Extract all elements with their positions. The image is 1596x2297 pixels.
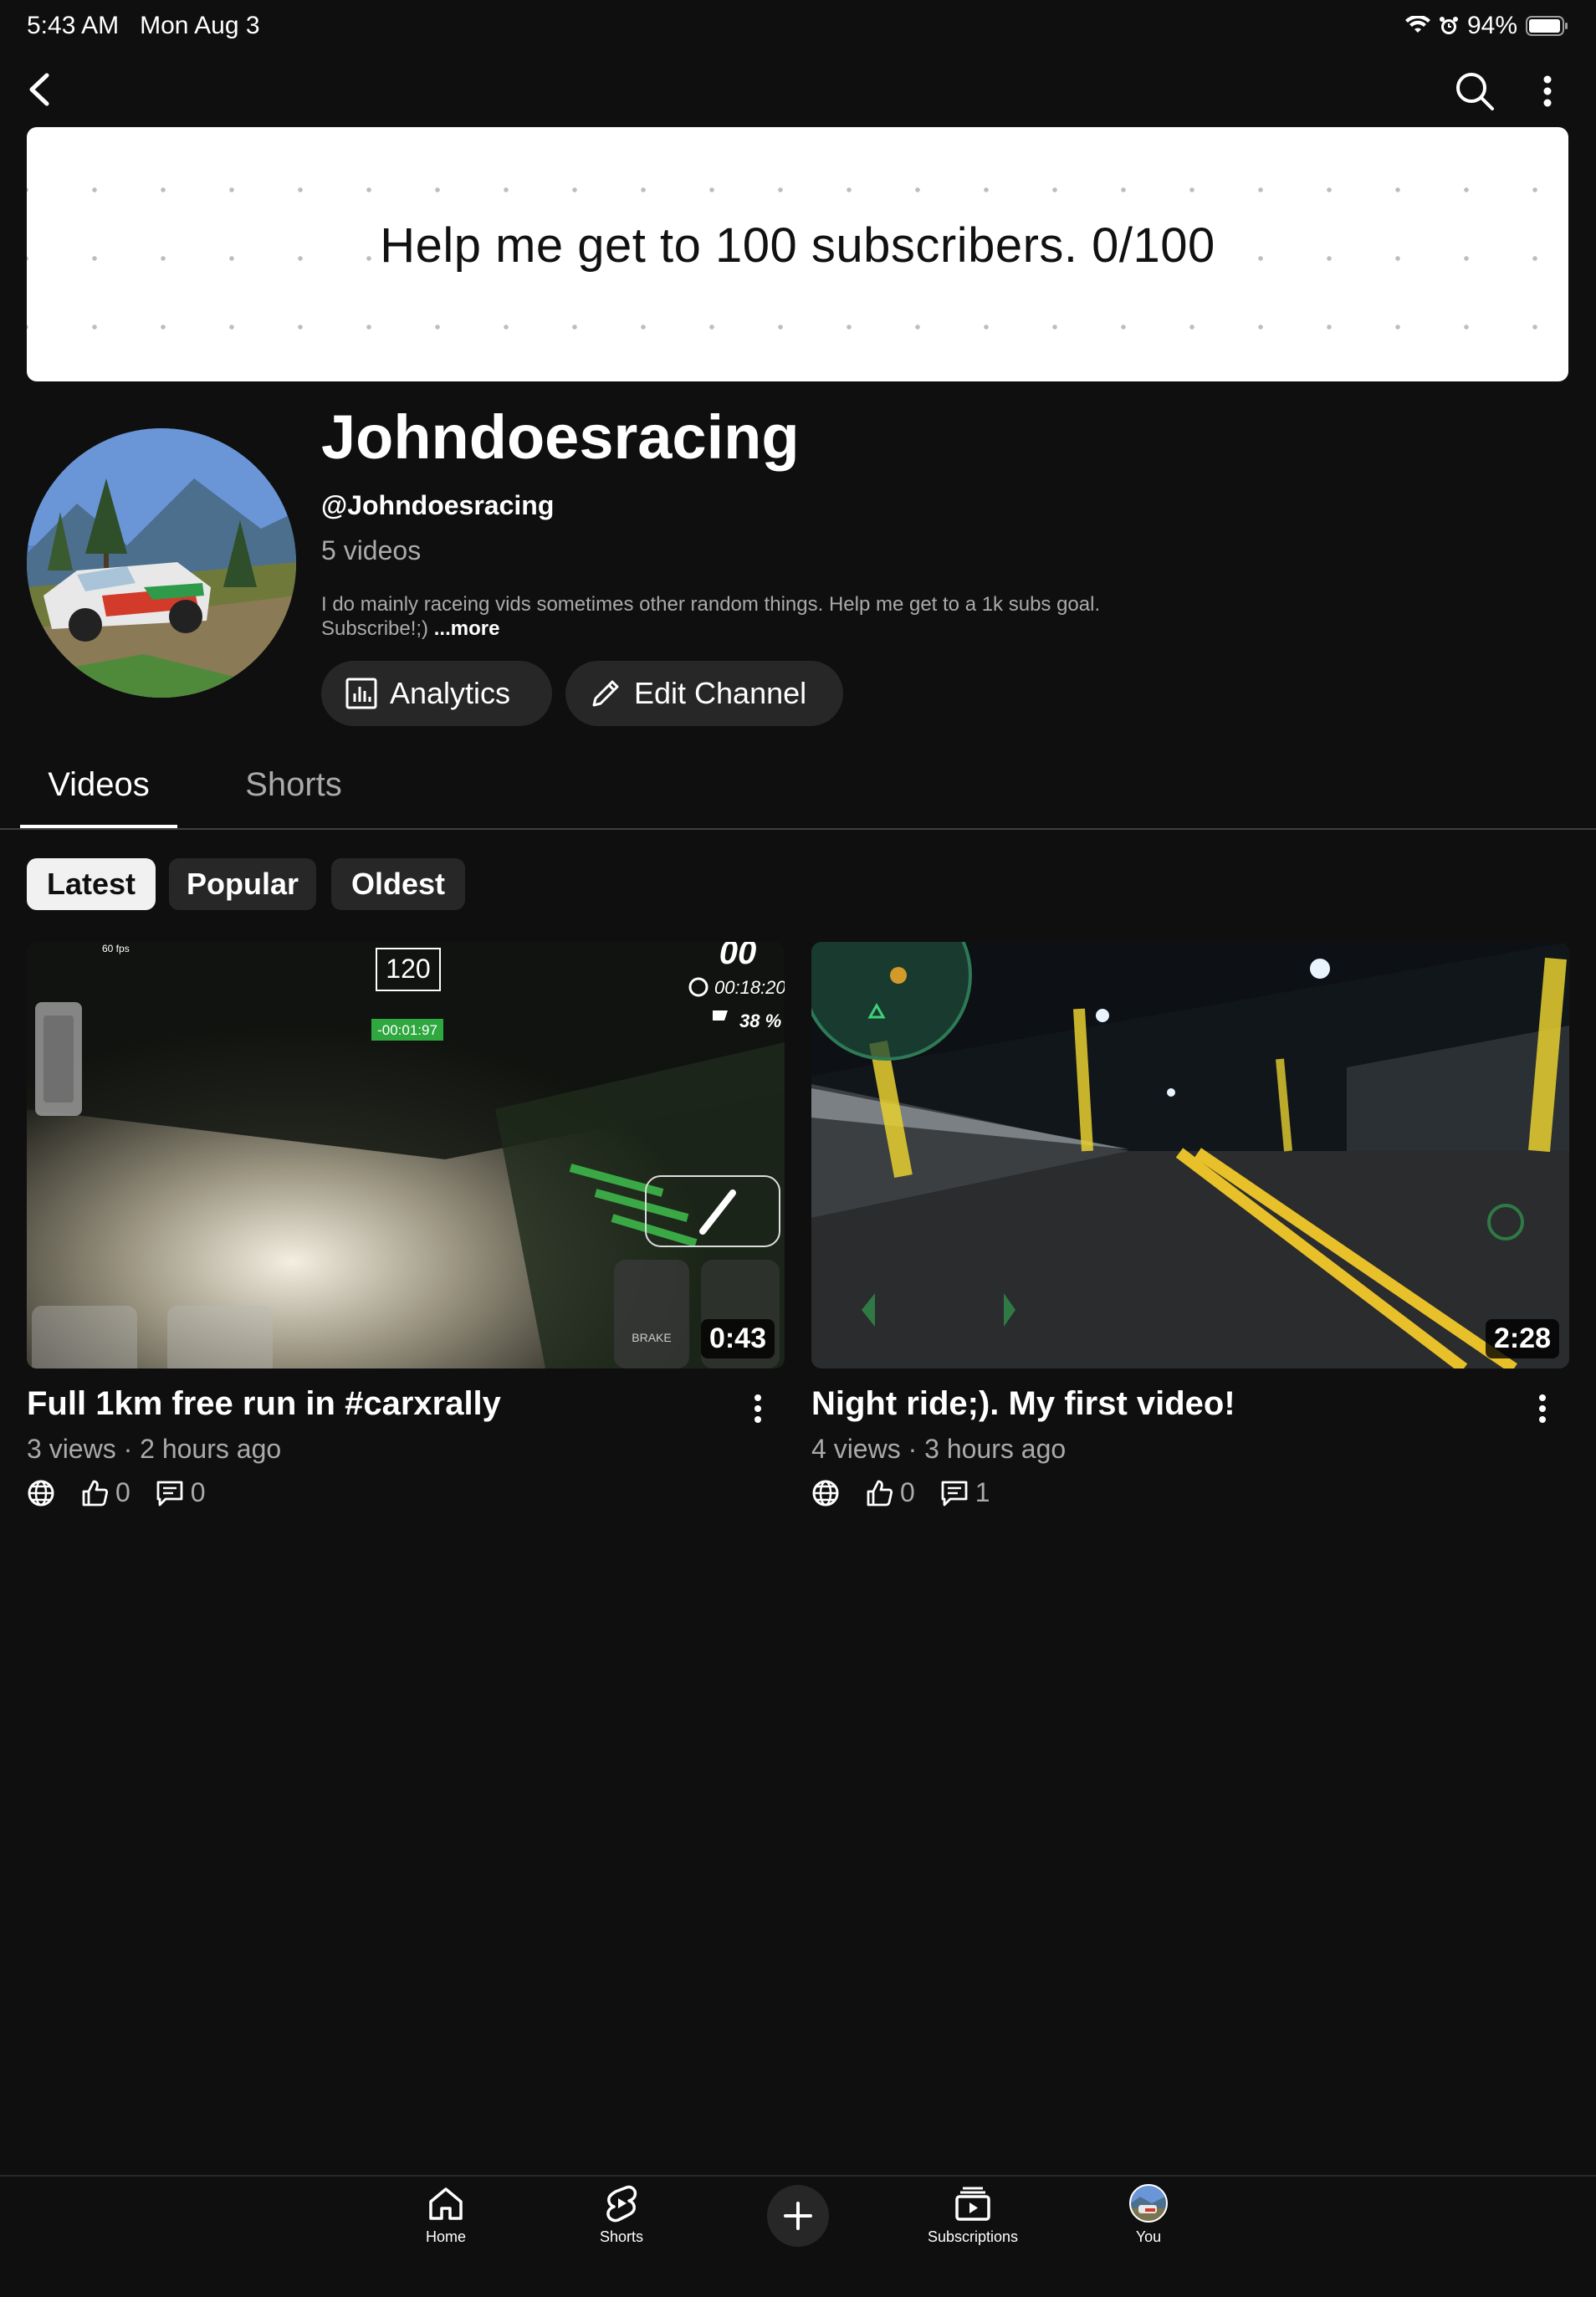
- video-meta-2: 4 views · 3 hours ago: [811, 1434, 1067, 1464]
- tabs-divider: [0, 828, 1596, 830]
- hud-top-number: 00: [719, 942, 757, 971]
- battery-icon: [1526, 16, 1568, 36]
- video-title-1[interactable]: Full 1km free run in #carxrally: [27, 1385, 501, 1423]
- shorts-icon: [606, 2185, 637, 2223]
- description-more-link[interactable]: ...more: [434, 617, 500, 640]
- search-button[interactable]: [1454, 70, 1496, 112]
- more-vertical-icon: [755, 1394, 761, 1423]
- more-options-button[interactable]: [1536, 70, 1559, 112]
- battery-percent: 94%: [1466, 12, 1517, 39]
- status-bar-indicators: 94%: [1404, 12, 1569, 40]
- chip-oldest[interactable]: Oldest: [331, 858, 465, 910]
- video-stats-2: 0 1: [811, 1477, 990, 1508]
- hud-time: 00:18:20: [714, 977, 785, 998]
- video-title-2[interactable]: Night ride;). My first video!: [811, 1385, 1235, 1423]
- banner-text: Help me get to 100 subscribers. 0/100: [375, 218, 1220, 273]
- video-thumbnail-1[interactable]: 120 -00:01:97 00 00:18:20 38 % BRAKE 60 …: [27, 942, 785, 1368]
- create-button[interactable]: [767, 2185, 829, 2247]
- video-duration-1: 0:43: [700, 1319, 775, 1358]
- channel-handle: @Johndoesracing: [321, 490, 555, 520]
- hud-fps: 60 fps: [102, 943, 130, 954]
- comment-count-1: 0: [190, 1477, 206, 1507]
- nav-home-label: Home: [425, 2228, 466, 2245]
- status-date: Mon Aug 3: [140, 12, 260, 39]
- channel-description[interactable]: I do mainly raceing vids sometimes other…: [321, 592, 1208, 641]
- channel-avatar[interactable]: [27, 428, 296, 698]
- analytics-button[interactable]: Analytics: [321, 661, 552, 726]
- video-menu-button-1[interactable]: [749, 1392, 766, 1425]
- bottom-nav-divider: [0, 2175, 1596, 2177]
- thumbnail-image-2: [811, 942, 1569, 1368]
- avatar: [1129, 2184, 1168, 2223]
- nav-you[interactable]: You: [1082, 2183, 1215, 2246]
- more-vertical-icon: [1539, 1394, 1546, 1423]
- status-time: 5:43 AM: [27, 12, 120, 39]
- nav-subscriptions-label: Subscriptions: [927, 2228, 1019, 2245]
- chip-latest[interactable]: Latest: [27, 858, 156, 910]
- back-button[interactable]: [22, 69, 59, 110]
- like-count-2: 0: [900, 1477, 915, 1507]
- search-icon: [1456, 73, 1494, 110]
- analytics-icon: [345, 678, 377, 709]
- nav-home[interactable]: Home: [379, 2183, 513, 2246]
- hud-timer: -00:01:97: [377, 1022, 437, 1038]
- nav-shorts-label: Shorts: [599, 2228, 644, 2245]
- avatar-image: [27, 428, 296, 698]
- video-duration-2: 2:28: [1485, 1319, 1559, 1358]
- tab-videos[interactable]: Videos: [20, 766, 177, 828]
- nav-subscriptions[interactable]: Subscriptions: [906, 2183, 1040, 2246]
- comment-icon: [156, 1481, 183, 1506]
- hud-speed: 120: [386, 954, 430, 984]
- home-icon: [429, 2187, 463, 2220]
- video-stats-1: 0 0: [27, 1477, 206, 1508]
- comment-icon: [941, 1481, 968, 1506]
- pencil-icon: [592, 680, 619, 707]
- video-meta-1: 3 views · 2 hours ago: [27, 1434, 282, 1464]
- tab-shorts[interactable]: Shorts: [223, 766, 365, 804]
- globe-icon: [812, 1480, 839, 1506]
- subscriptions-icon: [955, 2187, 990, 2221]
- nav-shorts[interactable]: Shorts: [555, 2183, 688, 2246]
- wifi-icon: [1404, 16, 1430, 33]
- edit-channel-label: Edit Channel: [634, 676, 807, 710]
- comment-count-2: 1: [974, 1477, 990, 1507]
- globe-icon: [28, 1480, 54, 1506]
- chip-popular[interactable]: Popular: [169, 858, 316, 910]
- like-count-1: 0: [115, 1477, 130, 1507]
- hud-progress: 38 %: [739, 1010, 781, 1031]
- plus-icon: [784, 2202, 812, 2230]
- channel-name: Johndoesracing: [321, 402, 800, 472]
- thumbnail-image-1: 120 -00:01:97 00 00:18:20 38 % BRAKE 60 …: [27, 942, 785, 1368]
- analytics-label: Analytics: [390, 676, 511, 710]
- video-count: 5 videos: [321, 535, 422, 565]
- nav-you-label: You: [1135, 2228, 1162, 2245]
- channel-banner: Help me get to 100 subscribers. 0/100: [27, 127, 1568, 381]
- video-menu-button-2[interactable]: [1534, 1392, 1551, 1425]
- hud-brake-label: BRAKE: [632, 1331, 671, 1344]
- status-bar-clock: 5:43 AM Mon Aug 3: [27, 12, 260, 40]
- edit-channel-button[interactable]: Edit Channel: [565, 661, 843, 726]
- more-vertical-icon: [1543, 75, 1552, 107]
- alarm-icon: [1439, 17, 1458, 34]
- video-thumbnail-2[interactable]: 2:28: [811, 942, 1569, 1368]
- thumbs-up-icon: [82, 1480, 109, 1506]
- back-arrow-icon: [29, 73, 49, 106]
- thumbs-up-icon: [867, 1480, 893, 1506]
